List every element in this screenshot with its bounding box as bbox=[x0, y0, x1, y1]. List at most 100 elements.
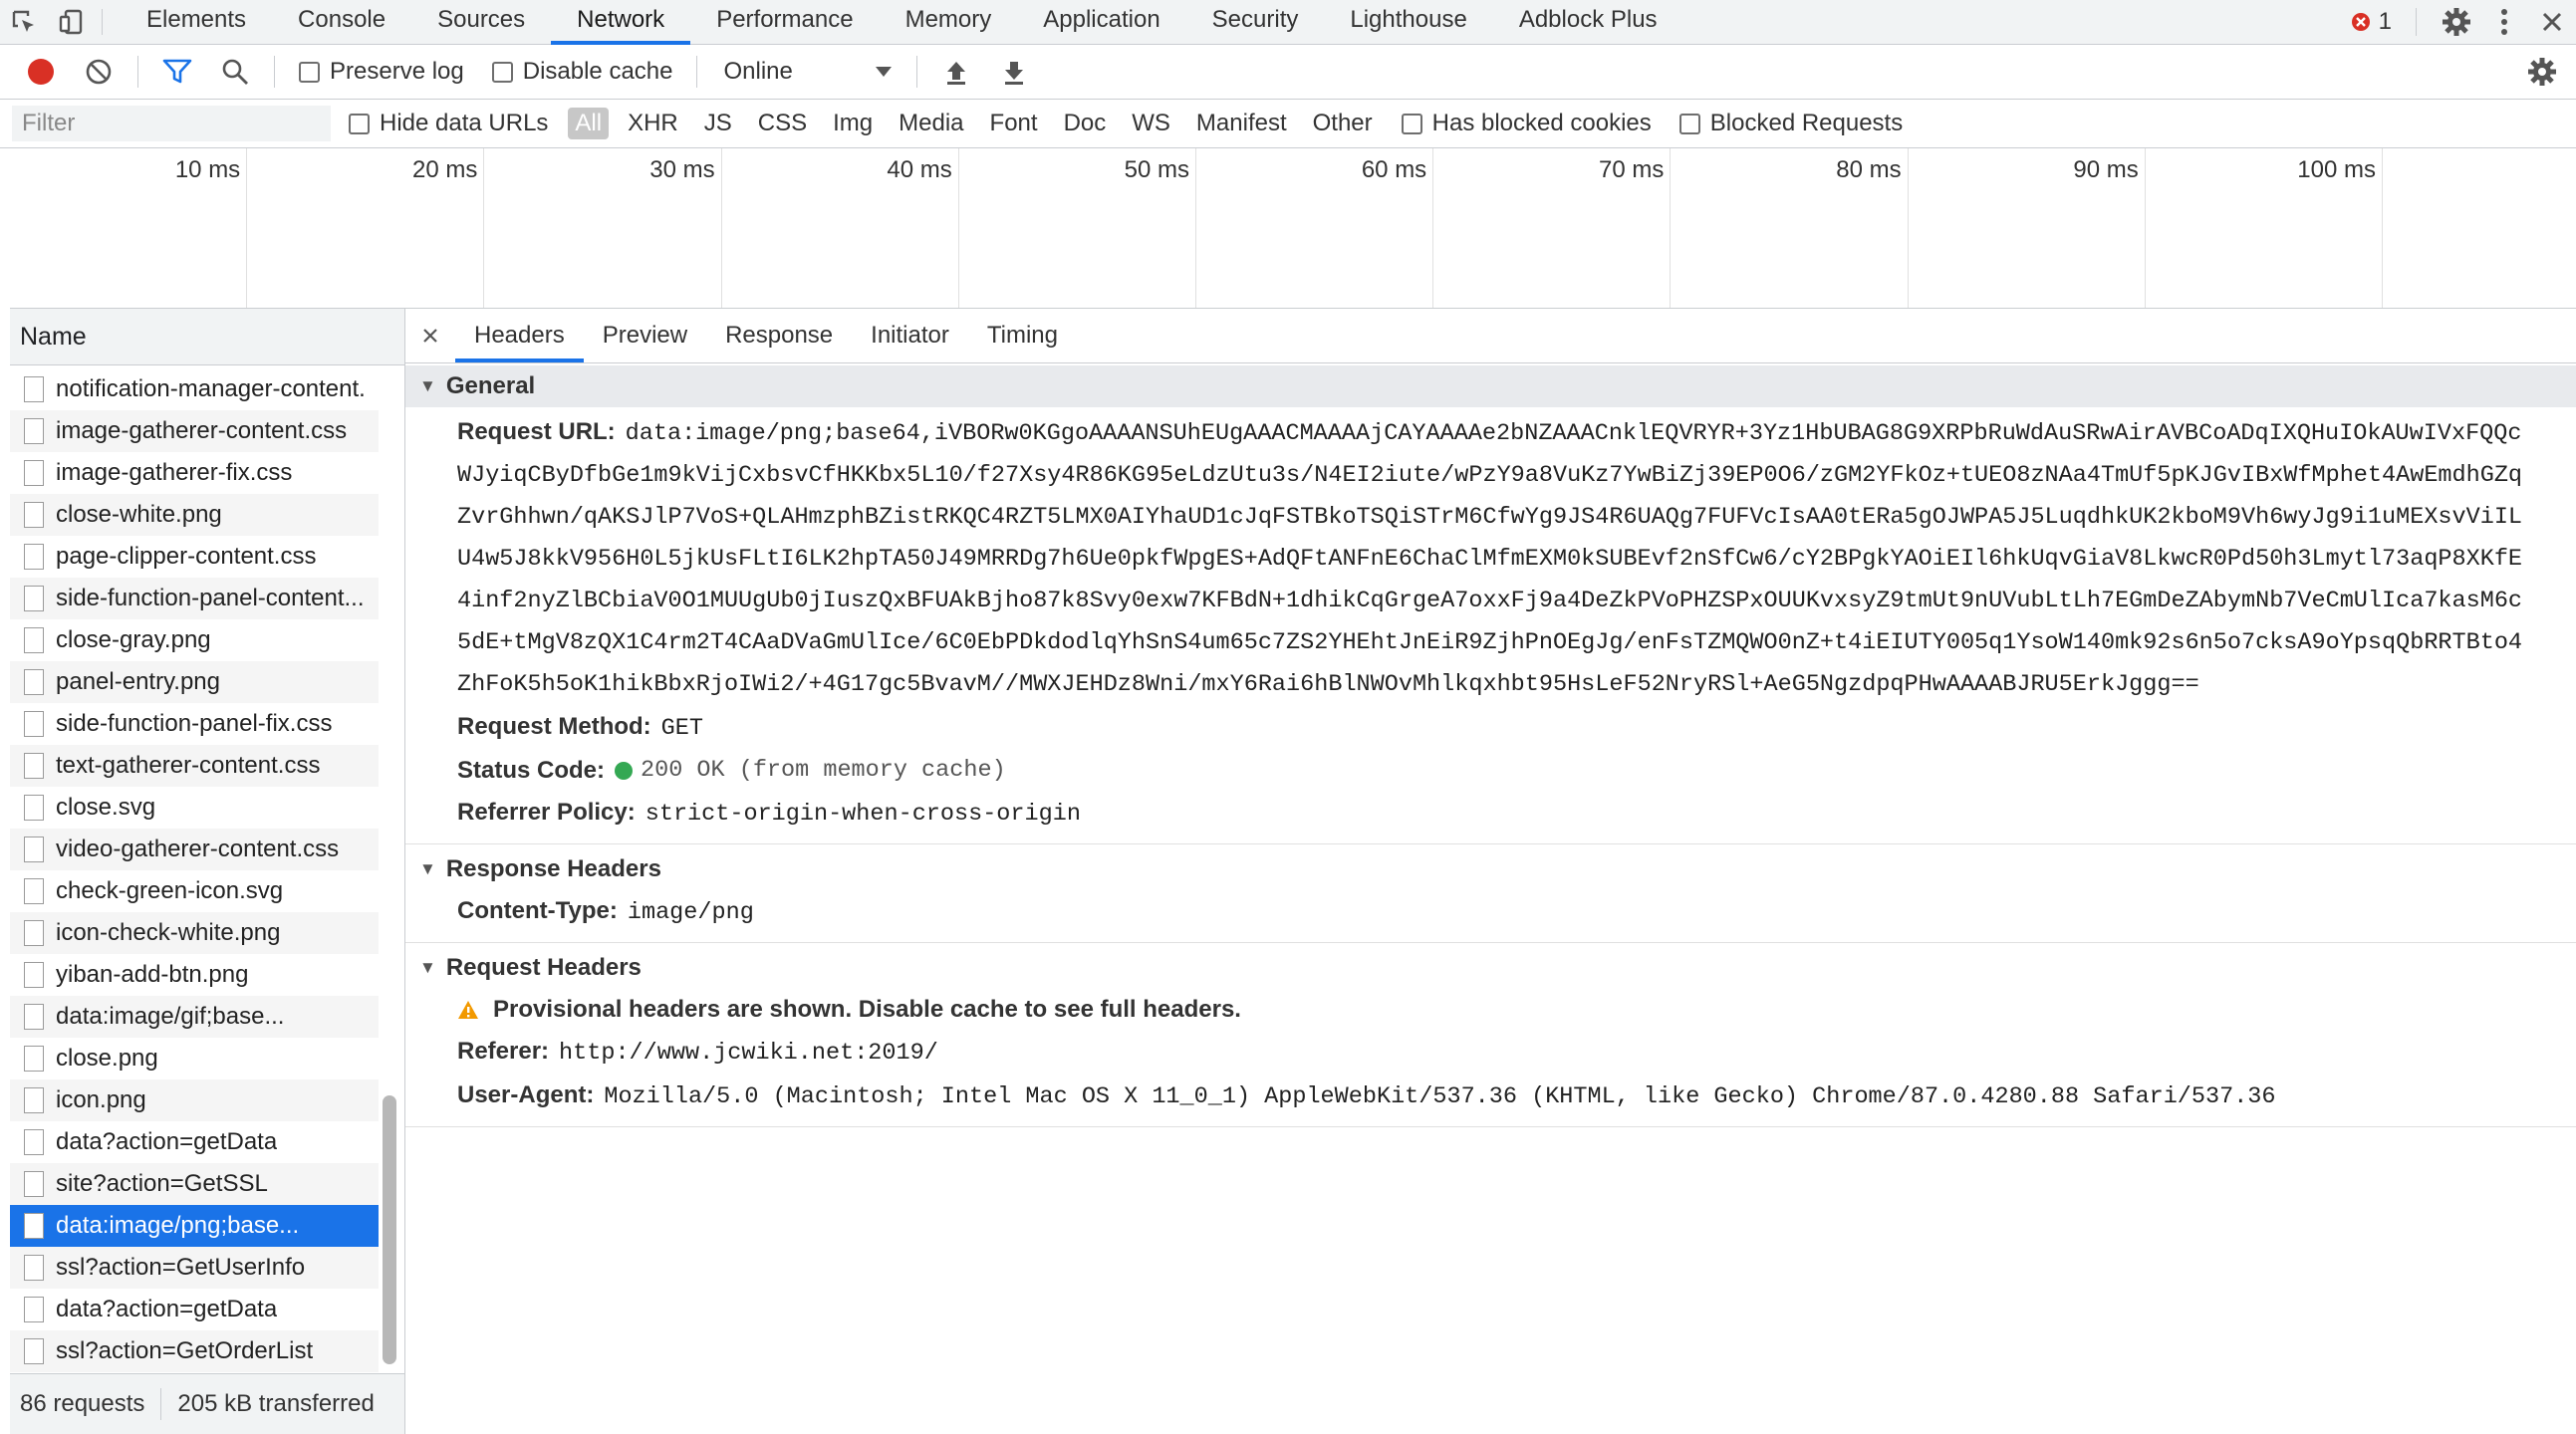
detail-tab-response[interactable]: Response bbox=[706, 309, 852, 362]
record-icon[interactable] bbox=[12, 45, 70, 99]
checkbox-box[interactable] bbox=[491, 61, 513, 83]
request-row[interactable]: data:image/gif;base... bbox=[10, 996, 379, 1038]
timeline-overview[interactable]: 10 ms 20 ms 30 ms 40 ms 50 ms 60 ms 70 ms 80 ms… bbox=[10, 148, 2576, 309]
request-row[interactable]: side-function-panel-content... bbox=[10, 578, 379, 619]
request-row[interactable]: yiban-add-btn.png bbox=[10, 954, 379, 996]
request-headers-header[interactable]: ▼ Request Headers bbox=[405, 947, 2576, 989]
file-icon bbox=[24, 460, 44, 486]
request-row[interactable]: close-white.png bbox=[10, 494, 379, 536]
close-icon[interactable] bbox=[405, 309, 455, 362]
tab-sources[interactable]: Sources bbox=[411, 0, 551, 44]
warning-icon bbox=[457, 1000, 479, 1020]
filter-input[interactable] bbox=[12, 106, 331, 141]
detail-tab-initiator[interactable]: Initiator bbox=[852, 309, 968, 362]
request-method-key: Request Method: bbox=[457, 713, 651, 740]
checkbox-box[interactable] bbox=[1678, 113, 1700, 134]
type-filter-manifest[interactable]: Manifest bbox=[1189, 108, 1294, 139]
close-icon[interactable] bbox=[2528, 0, 2576, 44]
type-filter-media[interactable]: Media bbox=[892, 108, 970, 139]
tab-adblock-plus[interactable]: Adblock Plus bbox=[1493, 0, 1683, 44]
type-filter-xhr[interactable]: XHR bbox=[621, 108, 685, 139]
network-settings-icon[interactable] bbox=[2518, 45, 2566, 99]
request-row[interactable]: notification-manager-content. bbox=[10, 368, 379, 410]
type-filter-font[interactable]: Font bbox=[983, 108, 1045, 139]
request-row[interactable]: check-green-icon.svg bbox=[10, 870, 379, 912]
scrollbar[interactable] bbox=[383, 1095, 396, 1364]
request-row[interactable]: data:image/png;base... bbox=[10, 1205, 379, 1247]
devtools-tab-bar: Elements Console Sources Network Performance… bbox=[0, 0, 2576, 45]
checkbox-box[interactable] bbox=[349, 113, 370, 134]
detail-tab-preview[interactable]: Preview bbox=[584, 309, 706, 362]
device-toggle-icon[interactable] bbox=[48, 0, 96, 44]
detail-tab-timing[interactable]: Timing bbox=[968, 309, 1077, 362]
type-filter-img[interactable]: Img bbox=[826, 108, 880, 139]
request-row[interactable]: close.svg bbox=[10, 787, 379, 829]
request-row[interactable]: ssl?action=GetOrderList bbox=[10, 1330, 379, 1372]
filter-icon[interactable] bbox=[148, 45, 206, 99]
type-filter-doc[interactable]: Doc bbox=[1057, 108, 1114, 139]
response-headers-header[interactable]: ▼ Response Headers bbox=[405, 848, 2576, 890]
request-row[interactable]: ssl?action=GetUserInfo bbox=[10, 1247, 379, 1289]
type-filter-all[interactable]: All bbox=[568, 108, 610, 139]
timeline-column: 110 bbox=[2383, 148, 2576, 308]
request-row[interactable]: image-gatherer-fix.css bbox=[10, 452, 379, 494]
request-row[interactable]: icon-check-white.png bbox=[10, 912, 379, 954]
inspect-icon[interactable] bbox=[0, 0, 48, 44]
request-row[interactable]: site?action=GetSSL bbox=[10, 1163, 379, 1205]
has-blocked-cookies-checkbox[interactable]: Has blocked cookies bbox=[1401, 110, 1652, 137]
request-name: image-gatherer-content.css bbox=[56, 417, 348, 444]
tab-lighthouse[interactable]: Lighthouse bbox=[1324, 0, 1492, 44]
request-row[interactable]: side-function-panel-fix.css bbox=[10, 703, 379, 745]
tab-console[interactable]: Console bbox=[272, 0, 411, 44]
referer-key: Referer: bbox=[457, 1038, 550, 1065]
settings-icon[interactable] bbox=[2433, 0, 2480, 44]
type-filter-css[interactable]: CSS bbox=[751, 108, 814, 139]
error-count: 1 bbox=[2378, 8, 2392, 35]
request-row[interactable]: panel-entry.png bbox=[10, 661, 379, 703]
devtools-tabs: Elements Console Sources Network Performance… bbox=[121, 0, 1683, 45]
tab-performance[interactable]: Performance bbox=[690, 0, 879, 44]
hide-data-urls-checkbox[interactable]: Hide data URLs bbox=[349, 110, 548, 137]
request-row[interactable]: page-clipper-content.css bbox=[10, 536, 379, 578]
type-filter-other[interactable]: Other bbox=[1306, 108, 1380, 139]
divider bbox=[160, 1388, 162, 1420]
request-row[interactable]: image-gatherer-content.css bbox=[10, 410, 379, 452]
preserve-log-checkbox[interactable]: Preserve log bbox=[299, 58, 464, 86]
request-row[interactable]: data?action=getData bbox=[10, 1121, 379, 1163]
file-icon bbox=[24, 711, 44, 737]
throttle-select[interactable]: Online bbox=[723, 58, 893, 86]
tab-memory[interactable]: Memory bbox=[880, 0, 1018, 44]
name-column-header[interactable]: Name bbox=[10, 309, 404, 365]
request-row[interactable]: data?action=getData bbox=[10, 1289, 379, 1330]
error-counter[interactable]: 1 bbox=[2351, 8, 2392, 36]
import-icon[interactable] bbox=[927, 45, 985, 99]
request-list-panel: Name notification-manager-content. image-… bbox=[10, 309, 405, 1434]
request-row[interactable]: icon.png bbox=[10, 1079, 379, 1121]
request-row[interactable]: close-gray.png bbox=[10, 619, 379, 661]
checkbox-box[interactable] bbox=[299, 61, 320, 83]
user-agent-value: Mozilla/5.0 (Macintosh; Intel Mac OS X 1… bbox=[604, 1083, 2276, 1110]
request-row[interactable]: close.png bbox=[10, 1038, 379, 1079]
type-filter-ws[interactable]: WS bbox=[1125, 108, 1177, 139]
tab-application[interactable]: Application bbox=[1017, 0, 1185, 44]
tab-elements[interactable]: Elements bbox=[121, 0, 272, 44]
search-icon[interactable] bbox=[206, 45, 264, 99]
file-icon bbox=[24, 586, 44, 611]
request-row[interactable]: video-gatherer-content.css bbox=[10, 829, 379, 870]
hide-data-urls-label: Hide data URLs bbox=[380, 110, 549, 136]
general-section-header[interactable]: ▼ General bbox=[405, 365, 2576, 407]
disable-cache-checkbox[interactable]: Disable cache bbox=[491, 58, 672, 86]
detail-tab-headers[interactable]: Headers bbox=[455, 309, 584, 362]
request-row[interactable]: text-gatherer-content.css bbox=[10, 745, 379, 787]
collapse-triangle-icon: ▼ bbox=[419, 376, 436, 395]
request-method-row: Request Method: GET bbox=[405, 706, 2576, 750]
tab-network[interactable]: Network bbox=[551, 0, 691, 45]
blocked-requests-checkbox[interactable]: Blocked Requests bbox=[1678, 110, 1903, 137]
export-icon[interactable] bbox=[985, 45, 1043, 99]
type-filter-js[interactable]: JS bbox=[697, 108, 739, 139]
clear-icon[interactable] bbox=[70, 45, 128, 99]
tab-security[interactable]: Security bbox=[1186, 0, 1325, 44]
error-icon bbox=[2351, 12, 2371, 32]
checkbox-box[interactable] bbox=[1401, 113, 1422, 134]
more-icon[interactable] bbox=[2480, 0, 2528, 44]
